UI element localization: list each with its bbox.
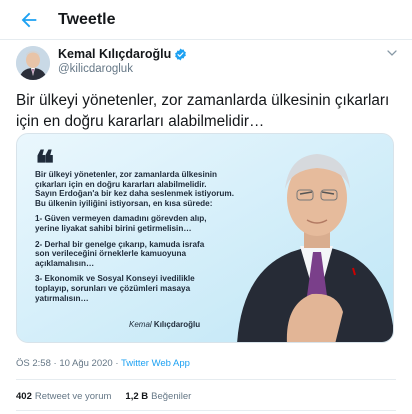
- quote-line: toplayıp, sorunları ve çözümleri masaya: [35, 283, 191, 293]
- quote-item-1: 1- Güven vermeyen damadını görevden alıp…: [35, 214, 270, 233]
- quote-line: yatırmalısın…: [35, 293, 89, 303]
- divider: [16, 379, 396, 380]
- tweet-image[interactable]: ❝ Bir ülkeyi yönetenler, zor zamanlarda …: [16, 133, 394, 343]
- quote-line: Bu ülkenin iyiliğini istiyorsan, en kısa…: [35, 198, 213, 208]
- page-title: Tweetle: [58, 11, 116, 28]
- chevron-down-icon[interactable]: [386, 47, 398, 59]
- tweet-source-link[interactable]: Twitter Web App: [121, 358, 190, 369]
- signature-last-name: Kılıçdaroğlu: [153, 320, 201, 329]
- tweet-date[interactable]: 10 Ağu 2020: [59, 358, 112, 369]
- verified-badge-icon: [175, 48, 187, 60]
- user-name[interactable]: Kemal Kılıçdaroğlu: [58, 47, 171, 61]
- retweet-stat[interactable]: 402 Retweet ve yorum: [16, 391, 111, 402]
- quote-item-2: 2- Derhal bir genelge çıkarıp, kamuda is…: [35, 240, 270, 269]
- quote-line: açıklamalısın…: [35, 258, 95, 268]
- signature-first-name: Kemal: [129, 320, 152, 329]
- quote-line: 3- Ekonomik ve Sosyal Konseyi ivedilikle: [35, 274, 195, 284]
- quote-text: Bir ülkeyi yönetenler, zor zamanlarda ül…: [35, 170, 270, 303]
- quote-signature: Kemal Kılıçdaroğlu: [129, 320, 200, 329]
- user-handle[interactable]: @kilicdarogluk: [58, 63, 133, 75]
- quote-line: çıkarları için en doğru kararları alabil…: [35, 179, 207, 189]
- engagement-stats: 402 Retweet ve yorum 1,2 B Beğeniler: [16, 391, 205, 402]
- back-arrow-icon[interactable]: [18, 9, 40, 31]
- quote-line: yerine liyakat sahibi birini getirmelisi…: [35, 223, 192, 233]
- quote-line: son verileceğini örneklerle kamuoyuna: [35, 249, 187, 259]
- tweet-text: Bir ülkeyi yönetenler, zor zamanlarda ül…: [16, 92, 390, 130]
- quote-item-3: 3- Ekonomik ve Sosyal Konseyi ivedilikle…: [35, 274, 270, 303]
- retweet-count: 402: [16, 391, 32, 402]
- likes-count: 1,2 B: [125, 391, 149, 402]
- likes-stat[interactable]: 1,2 B Beğeniler: [125, 391, 191, 402]
- tweet-time[interactable]: ÖS 2:58: [16, 358, 51, 369]
- quote-line: 2- Derhal bir genelge çıkarıp, kamuda is…: [35, 239, 205, 249]
- tweet-meta: ÖS 2:58 · 10 Ağu 2020 · Twitter Web App: [16, 358, 190, 369]
- quote-line: 1- Güven vermeyen damadını görevden alıp…: [35, 214, 207, 224]
- divider: [16, 410, 396, 411]
- likes-label: Beğeniler: [151, 391, 192, 402]
- top-bar: Tweetle: [0, 0, 412, 40]
- quote-line: Bir ülkeyi yönetenler, zor zamanlarda ül…: [35, 170, 218, 179]
- avatar[interactable]: [16, 46, 50, 80]
- retweet-label: Retweet ve yorum: [34, 391, 112, 402]
- quote-line: Sayın Erdoğan'a bir kez daha seslenmek i…: [35, 189, 234, 199]
